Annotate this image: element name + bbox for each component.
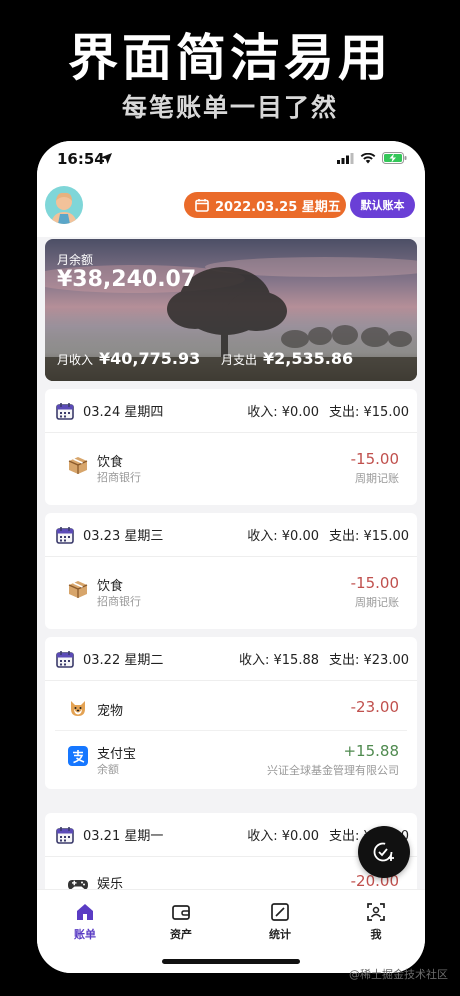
day-date: 03.24 星期四	[83, 405, 164, 420]
bottom-tab-bar: 账单 资产 统计 我	[37, 889, 425, 973]
income-label: 月收入	[57, 353, 94, 367]
day-totals: 收入: ¥15.88 支出: ¥23.00	[229, 649, 409, 668]
monthly-summary-banner: 月余额 ¥38,240.07 月收入 ¥40,775.93 月支出 ¥2,535…	[45, 239, 417, 381]
day-group: 03.23 星期三 收入: ¥0.00 支出: ¥15.00 饮食 招商银行 -1…	[45, 513, 417, 629]
gamepad-icon	[68, 880, 88, 889]
tab-label: 账单	[74, 928, 96, 941]
profile-icon	[367, 903, 385, 921]
transaction-category: 娱乐	[97, 877, 124, 889]
battery-charging-icon	[382, 152, 407, 164]
day-income: 收入: ¥0.00	[247, 529, 319, 544]
box-icon	[68, 457, 88, 474]
day-income: 收入: ¥15.88	[239, 653, 319, 668]
home-icon	[77, 904, 93, 920]
alipay-icon	[68, 746, 88, 766]
day-totals: 收入: ¥0.00 支出: ¥15.00	[237, 401, 409, 420]
transaction-row[interactable]: 娱乐 -20.00	[55, 859, 407, 889]
tab-assets[interactable]: 资产	[151, 902, 211, 942]
signal-icon	[337, 152, 354, 164]
monthly-income: 月收入 ¥40,775.93	[57, 349, 200, 368]
calendar-icon	[56, 526, 74, 544]
calendar-icon	[56, 402, 74, 420]
avatar[interactable]	[45, 186, 83, 224]
transaction-category: 支付宝	[97, 747, 137, 762]
watermark: @稀土掘金技术社区	[349, 968, 448, 981]
balance-label: 月余额	[57, 253, 94, 267]
day-expense: 支出: ¥23.00	[329, 653, 409, 668]
transaction-row[interactable]: 饮食 招商银行 -15.00 周期记账	[55, 563, 407, 611]
wallet-icon	[172, 905, 190, 920]
quick-record-button[interactable]	[358, 826, 410, 878]
status-time: 16:54	[57, 150, 105, 168]
tab-profile[interactable]: 我	[346, 902, 406, 942]
tab-bills[interactable]: 账单	[55, 902, 115, 942]
home-indicator	[162, 959, 300, 964]
calendar-icon	[195, 199, 209, 212]
day-date: 03.22 星期二	[83, 653, 164, 668]
status-indicators	[337, 152, 407, 164]
balance-amount: ¥38,240.07	[57, 267, 197, 292]
day-income: 收入: ¥0.00	[247, 829, 319, 844]
day-expense: 支出: ¥15.00	[329, 405, 409, 420]
day-expense: 支出: ¥15.00	[329, 529, 409, 544]
transaction-note: 周期记账	[355, 472, 399, 485]
transaction-amount: -23.00	[350, 698, 399, 716]
transaction-account: 招商银行	[97, 471, 141, 484]
day-header: 03.24 星期四 收入: ¥0.00 支出: ¥15.00	[45, 389, 417, 433]
day-header: 03.23 星期三 收入: ¥0.00 支出: ¥15.00	[45, 513, 417, 557]
transaction-amount: -15.00	[350, 450, 399, 468]
box-icon	[68, 581, 88, 598]
account-book-button[interactable]: 默认账本	[350, 192, 415, 218]
avatar-face-icon	[51, 192, 77, 224]
transaction-account: 余额	[97, 763, 119, 776]
transaction-row[interactable]: 支付宝 余额 +15.88 兴证全球基金管理有限公司	[55, 731, 407, 779]
promo-subtitle: 每笔账单一目了然	[121, 93, 338, 122]
day-income: 收入: ¥0.00	[247, 405, 319, 420]
top-bar: 2022.03.25 星期五 默认账本	[37, 177, 425, 237]
promo-title: 界面简洁易用	[68, 29, 392, 87]
transaction-amount: -15.00	[350, 574, 399, 592]
calendar-icon	[56, 650, 74, 668]
day-header: 03.22 星期二 收入: ¥15.88 支出: ¥23.00	[45, 637, 417, 681]
income-amount: ¥40,775.93	[99, 349, 201, 368]
day-totals: 收入: ¥0.00 支出: ¥15.00	[237, 525, 409, 544]
location-arrow-icon	[101, 153, 112, 164]
transaction-category: 宠物	[97, 704, 124, 719]
phone-screen: 16:54 2022.03.25 星期五 默认账本 月余额 ¥38,240.07…	[37, 141, 425, 973]
transaction-row[interactable]: 饮食 招商银行 -15.00 周期记账	[55, 439, 407, 487]
transaction-note: 周期记账	[355, 596, 399, 609]
transaction-note: 兴证全球基金管理有限公司	[267, 764, 399, 777]
day-date: 03.21 星期一	[83, 829, 164, 844]
transaction-category: 饮食	[97, 579, 124, 594]
wifi-icon	[360, 152, 376, 164]
calendar-icon	[56, 826, 74, 844]
dog-icon	[71, 701, 85, 716]
expense-amount: ¥2,535.86	[263, 349, 354, 368]
tab-label: 统计	[269, 928, 291, 941]
transaction-row[interactable]: 宠物 -23.00	[55, 683, 407, 731]
tab-label: 资产	[170, 928, 192, 941]
day-group: 03.24 星期四 收入: ¥0.00 支出: ¥15.00 饮食 招商银行 -1…	[45, 389, 417, 505]
expense-label: 月支出	[221, 353, 258, 367]
status-bar: 16:54	[37, 141, 425, 177]
date-label: 2022.03.25 星期五	[215, 199, 341, 215]
transaction-account: 招商银行	[97, 595, 141, 608]
transaction-amount: +15.88	[343, 742, 399, 760]
transaction-category: 饮食	[97, 455, 124, 470]
tab-label: 我	[370, 928, 382, 941]
day-group: 03.22 星期二 收入: ¥15.88 支出: ¥23.00 宠物 -23.00…	[45, 637, 417, 789]
chart-icon	[271, 903, 289, 921]
transaction-list[interactable]: 03.24 星期四 收入: ¥0.00 支出: ¥15.00 饮食 招商银行 -1…	[37, 389, 425, 889]
monthly-expense: 月支出 ¥2,535.86	[221, 349, 353, 368]
date-picker-button[interactable]: 2022.03.25 星期五	[184, 192, 346, 218]
tab-statistics[interactable]: 统计	[250, 902, 310, 942]
check-plus-icon	[373, 842, 394, 862]
day-date: 03.23 星期三	[83, 529, 164, 544]
